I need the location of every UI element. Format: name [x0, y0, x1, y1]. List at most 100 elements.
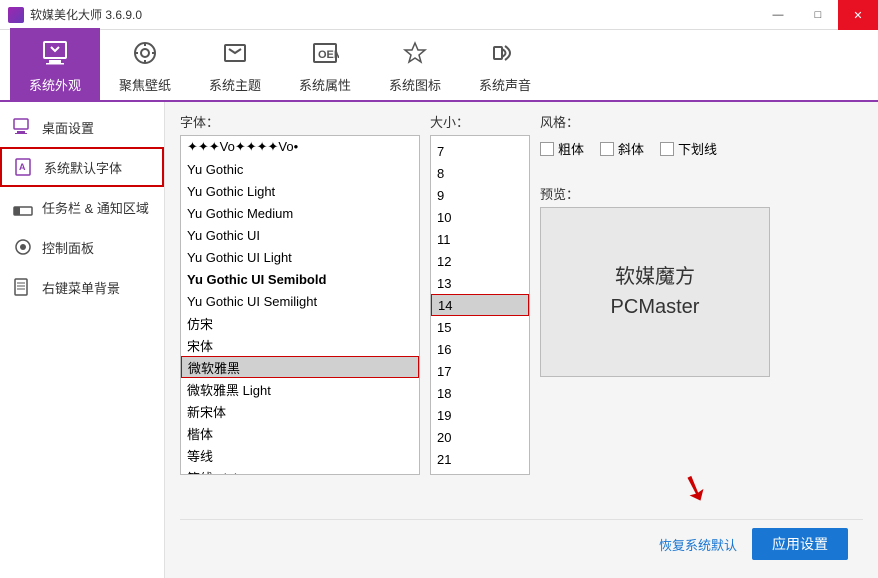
font-list-item[interactable]: Yu Gothic UI Semilight: [181, 290, 419, 312]
size-list-item[interactable]: 11: [431, 228, 529, 250]
bold-label: 粗体: [558, 139, 584, 158]
font-list-item[interactable]: 宋体: [181, 334, 419, 356]
system-icons-icon: [397, 35, 433, 71]
bottom-bar: 恢复系统默认 应用设置: [180, 519, 863, 568]
nav-system-sound-label: 系统声音: [479, 75, 531, 94]
nav-system-properties-label: 系统属性: [299, 75, 351, 94]
svg-text:OEM: OEM: [318, 49, 339, 61]
font-list-item[interactable]: 微软雅黑: [181, 356, 419, 378]
size-list-item[interactable]: 16: [431, 338, 529, 360]
bold-checkbox[interactable]: 粗体: [540, 139, 584, 158]
underline-checkbox[interactable]: 下划线: [660, 139, 717, 158]
italic-checkbox-box[interactable]: [600, 142, 614, 156]
font-list-item[interactable]: Yu Gothic Medium: [181, 202, 419, 224]
content-panels: 字体： ✦✦✦Vo✦✦✦✦Vo•Yu GothicYu Gothic Light…: [180, 112, 863, 519]
window-controls: — □ ✕: [758, 0, 878, 30]
font-panel-label: 字体：: [180, 112, 420, 131]
underline-label: 下划线: [678, 139, 717, 158]
system-properties-icon: OEM: [307, 35, 343, 71]
system-theme-icon: [217, 35, 253, 71]
desktop-settings-icon: [12, 116, 34, 138]
nav-system-appearance-label: 系统外观: [29, 75, 81, 94]
italic-label: 斜体: [618, 139, 644, 158]
size-list-item[interactable]: 9: [431, 184, 529, 206]
app-title: 软媒美化大师 3.6.9.0: [30, 6, 142, 23]
size-list-item[interactable]: 7: [431, 140, 529, 162]
size-panel-label: 大小：: [430, 112, 530, 131]
app-icon: [8, 7, 24, 23]
top-nav: 系统外观 聚焦壁纸 系统主题 OEM: [0, 30, 878, 102]
sidebar-default-font-label: 系统默认字体: [44, 158, 122, 177]
preview-line1: 软媒魔方: [615, 262, 695, 292]
font-list-item[interactable]: Yu Gothic UI: [181, 224, 419, 246]
size-panel: 大小： 678910111213141516171819202122: [430, 112, 530, 519]
nav-system-icons[interactable]: 系统图标: [370, 28, 460, 100]
font-list-item[interactable]: Yu Gothic UI Semibold: [181, 268, 419, 290]
control-panel-icon: [12, 236, 34, 258]
sidebar-desktop-settings-label: 桌面设置: [42, 118, 94, 137]
size-list-item[interactable]: 17: [431, 360, 529, 382]
font-list-item[interactable]: 微软雅黑 Light: [181, 378, 419, 400]
font-list-item[interactable]: 新宋体: [181, 400, 419, 422]
size-list-item[interactable]: 20: [431, 426, 529, 448]
system-sound-icon: [487, 35, 523, 71]
restore-default-link[interactable]: 恢复系统默认: [659, 535, 737, 554]
maximize-button[interactable]: □: [798, 0, 838, 30]
style-panel: 风格： 粗体 斜体 下划线 预览：: [540, 112, 740, 519]
size-list-item[interactable]: 19: [431, 404, 529, 426]
close-button[interactable]: ✕: [838, 0, 878, 30]
font-list-item[interactable]: 仿宋: [181, 312, 419, 334]
font-list-item[interactable]: 等线 Light: [181, 466, 419, 475]
font-list-item[interactable]: Yu Gothic Light: [181, 180, 419, 202]
red-arrow-icon: ➘: [674, 463, 717, 513]
nav-system-sound[interactable]: 系统声音: [460, 28, 550, 100]
size-list-item[interactable]: 21: [431, 448, 529, 470]
title-bar: 软媒美化大师 3.6.9.0 — □ ✕: [0, 0, 878, 30]
nav-system-icons-label: 系统图标: [389, 75, 441, 94]
sidebar-item-desktop-settings[interactable]: 桌面设置: [0, 107, 164, 147]
arrow-container: ➘: [540, 377, 740, 519]
focus-wallpaper-icon: [127, 35, 163, 71]
nav-system-theme-label: 系统主题: [209, 75, 261, 94]
context-menu-bg-icon: [12, 276, 34, 298]
size-list-item[interactable]: 15: [431, 316, 529, 338]
size-list-item[interactable]: 18: [431, 382, 529, 404]
minimize-button[interactable]: —: [758, 0, 798, 30]
nav-system-theme[interactable]: 系统主题: [190, 28, 280, 100]
font-list[interactable]: ✦✦✦Vo✦✦✦✦Vo•Yu GothicYu Gothic LightYu G…: [180, 135, 420, 475]
size-list-item[interactable]: 10: [431, 206, 529, 228]
default-font-icon: A: [14, 156, 36, 178]
underline-checkbox-box[interactable]: [660, 142, 674, 156]
system-appearance-icon: [37, 35, 73, 71]
nav-focus-wallpaper[interactable]: 聚焦壁纸: [100, 28, 190, 100]
nav-system-appearance[interactable]: 系统外观: [10, 28, 100, 100]
sidebar-item-default-font[interactable]: A 系统默认字体: [0, 147, 164, 187]
preview-label: 预览：: [540, 184, 740, 203]
main-container: 桌面设置 A 系统默认字体 任务栏 & 通知区域: [0, 102, 878, 578]
size-list-item[interactable]: 8: [431, 162, 529, 184]
sidebar-control-panel-label: 控制面板: [42, 238, 94, 257]
style-checkboxes: 粗体 斜体 下划线: [540, 139, 740, 158]
preview-section: 预览： 软媒魔方 PCMaster: [540, 184, 740, 377]
font-list-item[interactable]: 楷体: [181, 422, 419, 444]
sidebar-taskbar-notify-label: 任务栏 & 通知区域: [42, 198, 149, 217]
preview-line2: PCMaster: [611, 292, 700, 322]
size-list-item[interactable]: 12: [431, 250, 529, 272]
sidebar-item-control-panel[interactable]: 控制面板: [0, 227, 164, 267]
sidebar-item-taskbar-notify[interactable]: 任务栏 & 通知区域: [0, 187, 164, 227]
size-list-item[interactable]: 22: [431, 470, 529, 475]
font-list-item[interactable]: 等线: [181, 444, 419, 466]
nav-system-properties[interactable]: OEM 系统属性: [280, 28, 370, 100]
italic-checkbox[interactable]: 斜体: [600, 139, 644, 158]
bold-checkbox-box[interactable]: [540, 142, 554, 156]
font-list-item[interactable]: ✦✦✦Vo✦✦✦✦Vo•: [181, 136, 419, 158]
size-list-item[interactable]: 14: [431, 294, 529, 316]
font-list-item[interactable]: Yu Gothic UI Light: [181, 246, 419, 268]
apply-settings-button[interactable]: 应用设置: [752, 528, 848, 560]
font-list-item[interactable]: Yu Gothic: [181, 158, 419, 180]
sidebar-item-context-menu-bg[interactable]: 右键菜单背景: [0, 267, 164, 307]
size-list[interactable]: 678910111213141516171819202122: [430, 135, 530, 475]
content-area: 字体： ✦✦✦Vo✦✦✦✦Vo•Yu GothicYu Gothic Light…: [165, 102, 878, 578]
size-list-item[interactable]: 13: [431, 272, 529, 294]
sidebar: 桌面设置 A 系统默认字体 任务栏 & 通知区域: [0, 102, 165, 578]
